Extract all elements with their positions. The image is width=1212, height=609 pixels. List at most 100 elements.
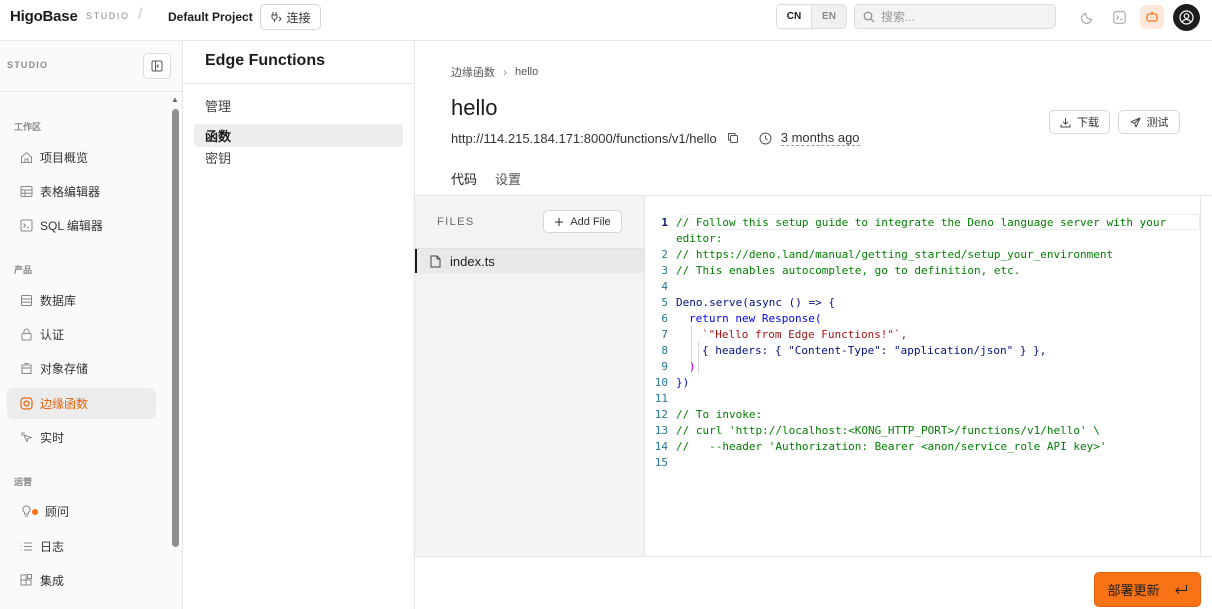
code-line: editor: xyxy=(645,231,722,247)
home-icon xyxy=(19,151,33,165)
logo-text: HigoBase xyxy=(10,8,78,25)
assistant-button[interactable] xyxy=(1140,5,1164,29)
chevron-right-icon: › xyxy=(503,65,507,79)
sidebar-group-products: 产品 xyxy=(14,265,33,275)
code-line: 11 xyxy=(645,391,676,407)
logo-subtitle: STUDIO xyxy=(86,11,130,21)
code-text: // To invoke: xyxy=(676,408,763,421)
storage-icon xyxy=(19,362,33,376)
line-number: 13 xyxy=(654,424,668,437)
cursor-icon xyxy=(19,431,33,445)
user-avatar[interactable] xyxy=(1173,4,1200,31)
code-editor[interactable]: 1 // Follow this setup guide to integrate… xyxy=(645,196,1212,556)
enter-icon xyxy=(1174,584,1187,594)
files-label: FILES xyxy=(437,216,475,228)
list-icon xyxy=(19,540,33,554)
deploy-update-button[interactable]: 部署更新 xyxy=(1094,572,1201,607)
plug-icon xyxy=(271,12,283,22)
files-panel: FILES Add File index.ts xyxy=(415,196,645,556)
lang-option-en[interactable]: EN xyxy=(812,5,846,28)
sidebar-item-overview[interactable]: 项目概览 xyxy=(7,142,156,173)
top-bar: HigoBase STUDIO / Default Project 连接 CN … xyxy=(0,0,1212,41)
sidebar-item-table-editor[interactable]: 表格编辑器 xyxy=(7,176,156,207)
sidebar-item-label: 集成 xyxy=(40,574,65,588)
copy-icon[interactable] xyxy=(727,131,741,145)
sidebar-item-sql-editor[interactable]: SQL 编辑器 xyxy=(7,210,156,241)
line-number: 4 xyxy=(661,280,668,293)
sidebar-item-integrations[interactable]: 集成 xyxy=(7,565,156,596)
lightbulb-icon xyxy=(19,505,33,519)
sidebar-collapse-icon xyxy=(151,60,163,72)
code-line: 3 // This enables autocomplete, go to def… xyxy=(645,263,1020,279)
search-input[interactable] xyxy=(881,9,1041,24)
subnav-item-secrets[interactable]: 密钥 xyxy=(194,146,403,169)
code-line: 14 // --header 'Authorization: Bearer <an… xyxy=(645,439,1107,455)
scroll-up-arrow[interactable]: ▲ xyxy=(171,95,179,104)
project-name[interactable]: Default Project xyxy=(168,10,253,24)
line-number: 6 xyxy=(661,312,668,325)
send-icon xyxy=(1130,117,1140,127)
notification-dot xyxy=(32,508,38,515)
file-name: index.ts xyxy=(450,253,495,269)
clock-icon xyxy=(759,131,773,145)
test-button[interactable]: 测试 xyxy=(1118,110,1180,134)
table-icon xyxy=(19,185,33,199)
line-number xyxy=(645,231,676,247)
code-line: 9) xyxy=(645,359,695,375)
search-box[interactable] xyxy=(854,4,1056,29)
sidebar-item-label: 表格编辑器 xyxy=(40,185,101,199)
terminal-button[interactable] xyxy=(1107,5,1131,29)
function-meta: http://114.215.184.171:8000/functions/v1… xyxy=(451,130,860,146)
language-toggle[interactable]: CN EN xyxy=(776,4,847,29)
line-number: 7 xyxy=(661,328,668,341)
file-item-index-ts[interactable]: index.ts xyxy=(415,249,644,273)
connect-button[interactable]: 连接 xyxy=(260,4,321,30)
subnav-item-manage[interactable]: 管理 xyxy=(194,94,403,117)
code-text: return new Response( xyxy=(689,312,822,325)
plus-icon xyxy=(555,217,564,226)
line-number: 3 xyxy=(661,264,668,277)
subnav-item-functions[interactable]: 函数 xyxy=(194,124,403,147)
sidebar-item-auth[interactable]: 认证 xyxy=(7,319,156,350)
sidebar-item-label: 项目概览 xyxy=(40,151,89,165)
code-text: }) xyxy=(676,376,690,389)
breadcrumb-edge-functions[interactable]: 边缘函数 xyxy=(451,64,495,80)
code-text: editor: xyxy=(676,232,723,245)
sidebar-item-label: SQL 编辑器 xyxy=(40,219,103,233)
test-label: 测试 xyxy=(1146,117,1169,129)
logo[interactable]: HigoBase xyxy=(10,8,78,25)
code-text: // curl 'http://localhost:<KONG_HTTP_POR… xyxy=(676,424,1100,437)
sidebar-scrollbar[interactable] xyxy=(172,109,179,547)
sidebar-item-label: 认证 xyxy=(40,328,65,342)
sidebar-item-logs[interactable]: 日志 xyxy=(7,531,156,562)
sidebar-item-realtime[interactable]: 实时 xyxy=(7,422,156,453)
download-icon xyxy=(1060,117,1071,127)
updated-time: 3 months ago xyxy=(780,130,860,146)
sidebar-item-edge-functions[interactable]: 边缘函数 xyxy=(7,388,156,419)
main-content: 边缘函数 › hello hello http://114.215.184.17… xyxy=(415,41,1212,609)
sidebar: STUDIO 工作区 项目概览 表格编辑器 SQL 编辑器 产品 数据库 认证 … xyxy=(0,41,183,609)
user-icon xyxy=(1179,10,1194,25)
sidebar-item-database[interactable]: 数据库 xyxy=(7,285,156,316)
sidebar-item-storage[interactable]: 对象存储 xyxy=(7,353,156,384)
sidebar-group-workspace: 工作区 xyxy=(14,122,42,132)
editor-scrollbar[interactable] xyxy=(1200,196,1201,556)
download-button[interactable]: 下载 xyxy=(1049,110,1110,134)
code-text: // https://deno.land/manual/getting_star… xyxy=(676,248,1114,261)
code-line: 13 // curl 'http://localhost:<KONG_HTTP_P… xyxy=(645,423,1100,439)
sidebar-item-advisor[interactable]: 顾问 xyxy=(7,496,156,527)
theme-toggle-button[interactable] xyxy=(1075,5,1099,29)
collapse-sidebar-button[interactable] xyxy=(143,53,171,79)
add-file-button[interactable]: Add File xyxy=(543,210,622,233)
code-line: 7 `"Hello from Edge Functions!"`, xyxy=(645,327,907,343)
code-line: 5 Deno.serve(async () => { xyxy=(645,295,835,311)
code-line: 12 // To invoke: xyxy=(645,407,762,423)
line-number: 12 xyxy=(654,408,668,421)
moon-icon xyxy=(1080,12,1092,24)
code-line: 10}) xyxy=(645,375,690,391)
lang-option-cn[interactable]: CN xyxy=(777,5,812,28)
code-text: // Follow this setup guide to integrate … xyxy=(676,216,1167,229)
code-text: Deno.serve(async () => { xyxy=(676,296,835,309)
line-number: 9 xyxy=(661,360,668,373)
sidebar-header: STUDIO xyxy=(7,60,49,70)
